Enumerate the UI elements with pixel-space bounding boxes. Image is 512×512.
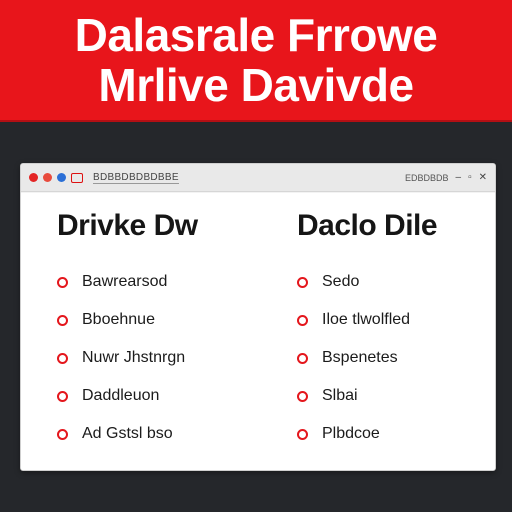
close-button[interactable]: ✕ [479,173,487,183]
right-column-heading: Daclo Dile [297,209,438,242]
list-item-label: Sedo [322,273,360,290]
titlebar-controls: EDBDBDB – ▫ ✕ [405,164,487,192]
list-item[interactable]: Nuwr Jhstnrgn [57,339,198,377]
bullet-icon [57,390,68,402]
list-item[interactable]: Bboehnue [57,301,198,339]
window-title: BDBBDBDBDBBE [93,171,179,184]
maximize-button[interactable]: ▫ [468,173,472,183]
list-item-label: Plbdcoe [322,425,380,442]
bullet-icon [297,352,308,364]
bullet-icon [297,276,308,288]
right-column: Daclo Dile Sedo Iloe tlwolfled Bspenetes… [297,209,438,453]
bullet-icon [297,390,308,402]
maximize-dot-icon[interactable] [57,173,66,182]
list-item-label: Bawrearsod [82,273,168,290]
list-item[interactable]: Bspenetes [297,339,437,377]
bullet-icon [297,314,308,326]
list-item[interactable]: Iloe tlwolfled [297,301,437,339]
banner-title-line-2: Mrlive Davivde [98,59,414,111]
list-item-label: Slbai [322,387,358,404]
bullet-icon [57,352,68,364]
titlebar-right-label: EDBDBDB [404,173,449,183]
list-item-label: Bspenetes [322,349,398,366]
list-item[interactable]: Slbai [297,377,437,415]
list-item-label: Daddleuon [82,387,160,404]
close-dot-icon[interactable] [29,173,38,182]
left-column-heading: Drivke Dw [57,209,198,242]
list-item[interactable]: Plbdcoe [297,415,437,453]
window-titlebar[interactable]: BDBBDBDBDBBE EDBDBDB – ▫ ✕ [21,164,495,192]
window-app-icon [71,172,83,183]
list-item-label: Bboehnue [82,311,155,328]
window-content: Drivke Dw Bawrearsod Bboehnue Nuwr Jhstn… [21,193,495,470]
list-item[interactable]: Ad Gstsl bso [57,415,198,453]
minimize-button[interactable]: – [456,173,462,183]
bullet-icon [57,276,68,288]
title-banner: Dalasrale Frrowe Mrlive Davivde [0,0,512,122]
list-item[interactable]: Daddleuon [57,377,198,415]
bullet-icon [297,428,308,440]
bullet-icon [57,314,68,326]
minimize-dot-icon[interactable] [43,173,52,182]
list-item[interactable]: Bawrearsod [57,263,198,301]
list-item-label: Ad Gstsl bso [82,425,173,442]
list-item-label: Nuwr Jhstnrgn [82,349,186,366]
left-column: Drivke Dw Bawrearsod Bboehnue Nuwr Jhstn… [57,209,198,453]
list-item[interactable]: Sedo [297,263,437,301]
app-window: BDBBDBDBDBBE EDBDBDB – ▫ ✕ Drivke Dw Baw… [20,163,496,471]
banner-title-line-1: Dalasrale Frrowe [74,9,438,61]
list-item-label: Iloe tlwolfled [322,311,411,328]
bullet-icon [57,428,68,440]
